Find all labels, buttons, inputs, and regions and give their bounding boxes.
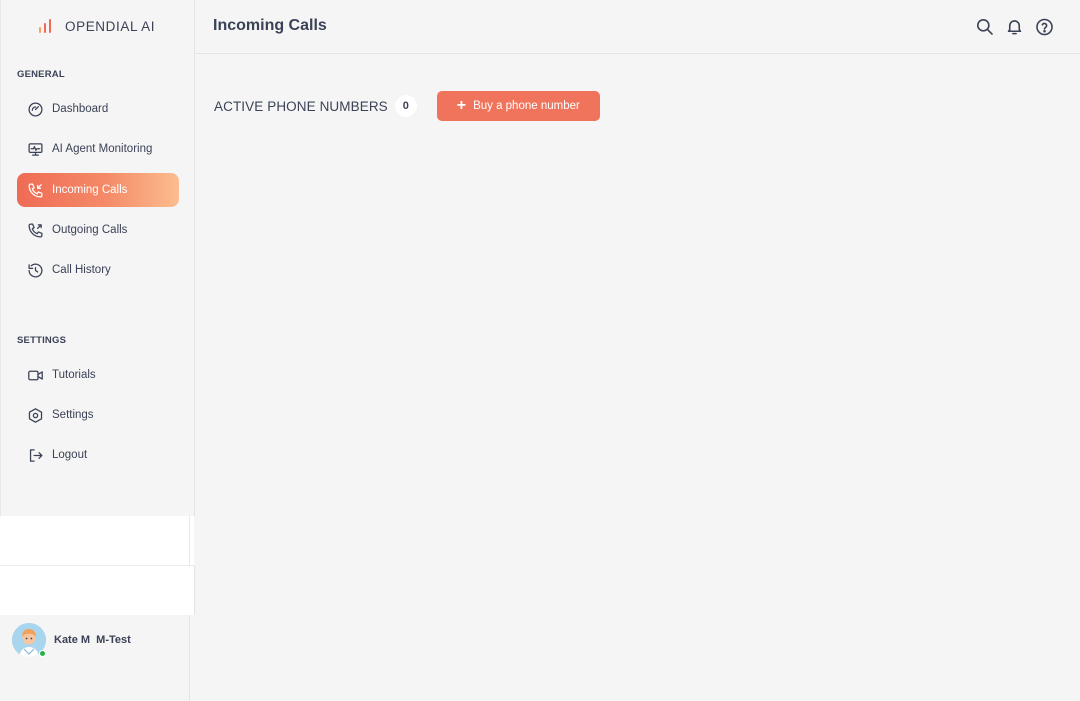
buy-button-label: Buy a phone number	[473, 100, 580, 112]
sidebar-border	[194, 0, 195, 516]
user-profile[interactable]: Kate M M-Test	[12, 623, 131, 657]
brand-name: OPENDIAL AI	[65, 18, 156, 34]
active-numbers-count-badge: 0	[394, 95, 417, 117]
sidebar-left-border	[0, 0, 1, 516]
sidebar-border	[189, 615, 190, 701]
online-status-indicator	[39, 650, 46, 657]
video-camera-icon	[26, 366, 44, 384]
sidebar-item-logout[interactable]: Logout	[17, 438, 179, 472]
brand-logo[interactable]: OPENDIAL AI	[39, 16, 155, 36]
user-name: Kate M M-Test	[54, 634, 131, 646]
section-label-general: GENERAL	[17, 69, 65, 80]
help-icon[interactable]	[1035, 17, 1054, 36]
sidebar-item-outgoing-calls[interactable]: Outgoing Calls	[17, 213, 179, 247]
logout-icon	[26, 446, 44, 464]
bell-icon[interactable]	[1005, 17, 1024, 36]
sidebar-divider	[0, 565, 194, 566]
sidebar-item-label: Settings	[52, 409, 94, 421]
sidebar-item-ai-agent-monitoring[interactable]: AI Agent Monitoring	[17, 132, 179, 166]
outgoing-call-icon	[26, 221, 44, 239]
active-numbers-row: ACTIVE PHONE NUMBERS 0 + Buy a phone num…	[214, 91, 600, 121]
sidebar-item-label: Incoming Calls	[52, 184, 128, 196]
sidebar-item-label: Outgoing Calls	[52, 224, 128, 236]
plus-icon: +	[456, 97, 467, 114]
sidebar-item-label: Dashboard	[52, 103, 109, 115]
sidebar-border	[194, 566, 195, 615]
sidebar-item-incoming-calls[interactable]: Incoming Calls	[17, 173, 179, 207]
history-icon	[26, 261, 44, 279]
sidebar-item-label: AI Agent Monitoring	[52, 143, 153, 155]
top-header: Incoming Calls	[195, 0, 1080, 54]
page-title: Incoming Calls	[213, 17, 327, 34]
header-actions	[975, 17, 1054, 36]
incoming-call-icon	[26, 181, 44, 199]
sidebar-item-label: Logout	[52, 449, 88, 461]
settings-hexagon-icon	[26, 406, 44, 424]
dashboard-gauge-icon	[26, 100, 44, 118]
sidebar-border	[189, 516, 190, 565]
sidebar-item-settings[interactable]: Settings	[17, 398, 179, 432]
section-label-settings: SETTINGS	[17, 335, 67, 346]
search-icon[interactable]	[975, 17, 994, 36]
buy-phone-number-button[interactable]: + Buy a phone number	[436, 91, 600, 121]
sidebar-item-label: Tutorials	[52, 369, 96, 381]
sidebar-item-call-history[interactable]: Call History	[17, 253, 179, 287]
sidebar-item-dashboard[interactable]: Dashboard	[17, 92, 179, 126]
sidebar-item-label: Call History	[52, 264, 111, 276]
monitor-icon	[26, 140, 44, 158]
active-numbers-label: ACTIVE PHONE NUMBERS	[214, 98, 388, 114]
logo-bars-icon	[39, 19, 51, 33]
sidebar-item-tutorials[interactable]: Tutorials	[17, 358, 179, 392]
